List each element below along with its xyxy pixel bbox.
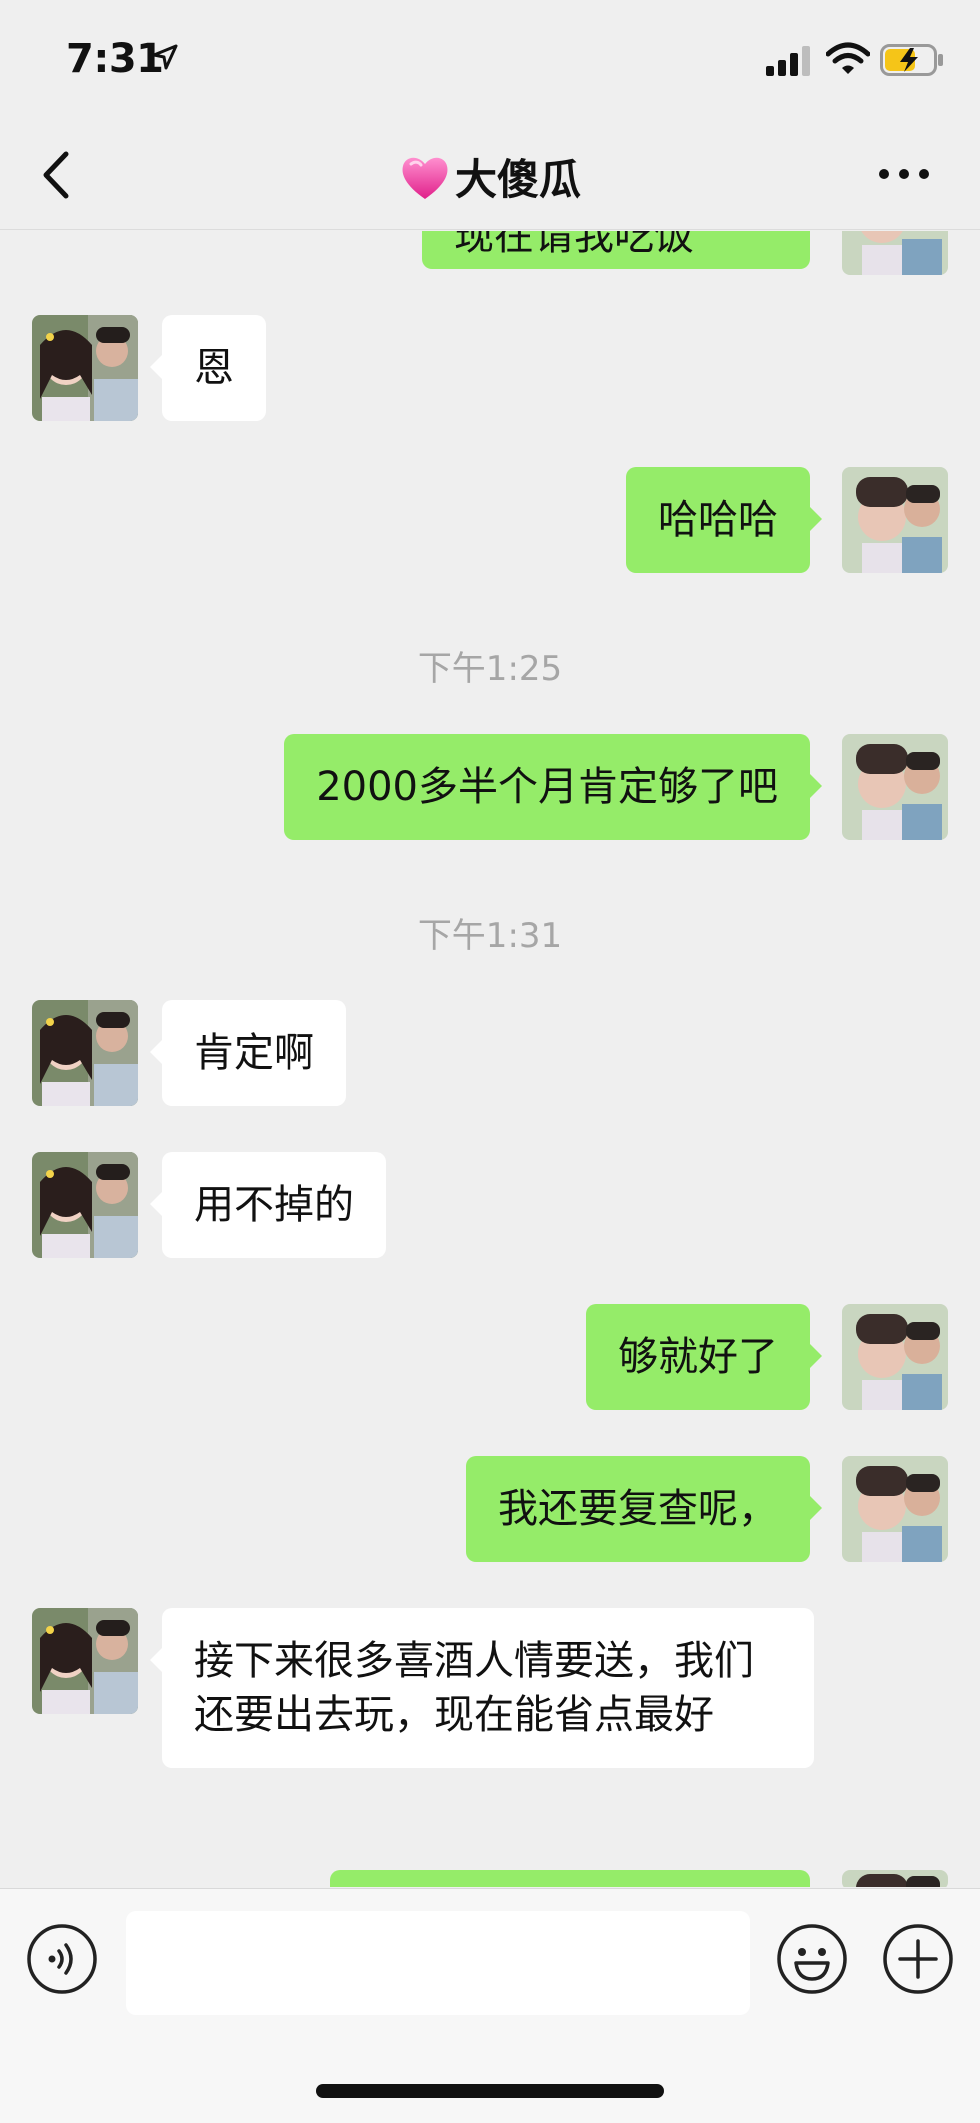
contact-avatar[interactable] (32, 1000, 138, 1106)
timestamp: 下午1:31 (417, 916, 563, 956)
message-input[interactable] (126, 1911, 750, 2015)
my-avatar[interactable] (842, 1870, 948, 1887)
received-bubble[interactable]: 恩 (150, 315, 266, 421)
emoji-icon[interactable] (776, 1923, 848, 1995)
sent-bubble[interactable]: 现在请我吃饭 (422, 231, 810, 269)
my-avatar[interactable] (842, 734, 948, 840)
chat-title: 大傻瓜 (0, 146, 980, 207)
status-time: 7:31 (66, 36, 164, 82)
contact-avatar[interactable] (32, 1152, 138, 1258)
home-indicator[interactable] (316, 2084, 664, 2098)
more-options-icon[interactable] (874, 154, 934, 194)
timestamp: 下午1:25 (417, 649, 563, 689)
location-arrow-icon (152, 44, 178, 70)
my-avatar[interactable] (842, 1304, 948, 1410)
chat-screen: 7:31 大傻瓜 现在请我吃饭 恩 哈哈哈 下午1:25 2000多半个月肯定够… (0, 0, 980, 2123)
contact-avatar[interactable] (32, 315, 138, 421)
my-avatar[interactable] (842, 1456, 948, 1562)
my-avatar[interactable] (842, 231, 948, 275)
wifi-icon (826, 42, 870, 74)
pink-heart-icon (402, 157, 448, 199)
received-bubble[interactable]: 肯定啊 (150, 1000, 346, 1106)
sent-bubble[interactable]: 哈哈哈 (626, 467, 822, 573)
message-list[interactable]: 现在请我吃饭 恩 哈哈哈 下午1:25 2000多半个月肯定够了吧 下午1:31… (0, 231, 980, 1887)
received-bubble[interactable]: 接下来很多喜酒人情要送，我们还要出去玩，现在能省点最好 (150, 1608, 814, 1768)
sent-bubble-partial[interactable] (330, 1870, 810, 1887)
voice-input-icon[interactable] (26, 1923, 98, 1995)
sent-bubble[interactable]: 够就好了 (586, 1304, 822, 1410)
status-bar: 7:31 (0, 0, 980, 120)
sent-bubble[interactable]: 2000多半个月肯定够了吧 (284, 734, 822, 840)
chat-title-text: 大傻瓜 (454, 155, 581, 204)
nav-bar: 大傻瓜 (0, 120, 980, 230)
contact-avatar[interactable] (32, 1608, 138, 1714)
my-avatar[interactable] (842, 467, 948, 573)
battery-charging-icon (880, 44, 943, 76)
more-functions-plus-icon[interactable] (882, 1923, 954, 1995)
received-bubble[interactable]: 用不掉的 (150, 1152, 386, 1258)
cellular-signal-icon (766, 46, 810, 76)
sent-bubble[interactable]: 我还要复查呢， (466, 1456, 822, 1562)
